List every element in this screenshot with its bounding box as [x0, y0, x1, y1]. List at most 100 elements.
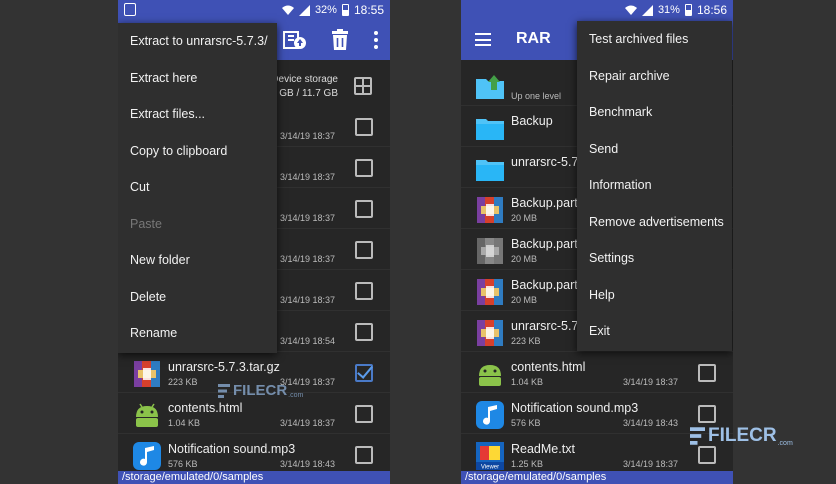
file-size: 20 MB: [511, 254, 538, 264]
menu-extract-to[interactable]: Extract to unrarsrc-5.7.3/: [118, 23, 277, 60]
file-name: unrarsrc-5.7: [511, 319, 579, 333]
menu-benchmark[interactable]: Benchmark: [577, 94, 732, 131]
file-name: unrarsrc-5.7.3.tar.gz: [168, 360, 280, 374]
watermark-text: FILECR: [708, 425, 777, 446]
menu-hamburger-icon[interactable]: [475, 33, 491, 46]
signal-icon: [641, 4, 653, 16]
file-context-menu: Extract to unrarsrc-5.7.3/ Extract here …: [118, 23, 277, 353]
storage-label: Device storage: [271, 74, 338, 85]
watermark-left: FILECR .com: [218, 382, 303, 399]
path-bar: /storage/emulated/0/samples: [118, 471, 390, 484]
file-size: 576 KB: [168, 459, 198, 469]
path-bar: /storage/emulated/0/samples: [461, 471, 733, 484]
file-checkbox[interactable]: [355, 241, 373, 259]
file-row[interactable]: contents.html 1.04 KB 3/14/19 18:37: [118, 394, 390, 434]
gallery-notification-icon: [124, 3, 136, 16]
file-name: unrarsrc-5.7: [511, 155, 579, 169]
file-name: Backup.part: [511, 237, 578, 251]
file-date: 3/14/19 18:37: [280, 295, 336, 305]
rar-archive-icon: [477, 197, 503, 223]
file-date: 3/14/19 18:43: [280, 459, 336, 469]
status-bar: 31% 18:56: [461, 0, 733, 20]
clock: 18:55: [353, 3, 384, 17]
file-size: 1.04 KB: [168, 418, 201, 428]
file-name: Backup.part: [511, 278, 578, 292]
menu-paste: Paste: [130, 216, 162, 231]
file-size: 20 MB: [511, 295, 538, 305]
watermark-suffix: .com: [288, 392, 304, 399]
menu-cut[interactable]: Cut: [118, 169, 277, 206]
menu-remove-advertisements[interactable]: Remove advertisements: [577, 204, 732, 241]
file-size: 1.25 KB: [511, 459, 544, 469]
file-size: 223 KB: [168, 377, 198, 387]
menu-new-folder[interactable]: New folder: [118, 242, 277, 279]
android-icon: [136, 403, 158, 427]
status-bar: 32% 18:55: [118, 0, 390, 20]
file-name: Backup: [511, 114, 553, 128]
file-date: 3/14/19 18:37: [623, 459, 679, 469]
watermark-suffix: .com: [777, 440, 793, 447]
delete-icon[interactable]: [328, 28, 352, 52]
menu-exit[interactable]: Exit: [577, 313, 732, 350]
file-date: 3/14/19 18:37: [280, 131, 336, 141]
file-date: 3/14/19 18:37: [623, 377, 679, 387]
file-checkbox-checked[interactable]: [355, 364, 373, 382]
left-phone-screen: 32% 18:55 Device storage 2 GB / 11.7 GB: [118, 0, 390, 484]
file-checkbox[interactable]: [355, 405, 373, 423]
rar-archive-gray-icon: [477, 238, 503, 264]
overflow-menu: Test archived files Repair archive Bench…: [577, 21, 732, 351]
menu-repair-archive[interactable]: Repair archive: [577, 58, 732, 95]
filecr-logo-icon: [218, 383, 230, 398]
right-phone-screen: 31% 18:56 RAR Up one level Backup unrars…: [461, 0, 733, 484]
file-date: 3/14/19 18:37: [280, 254, 336, 264]
file-size: 1.04 KB: [511, 377, 544, 387]
menu-extract-files[interactable]: Extract files...: [118, 96, 277, 133]
file-checkbox[interactable]: [355, 118, 373, 136]
more-vert-icon[interactable]: [364, 28, 388, 52]
file-date: 3/14/19 18:43: [623, 418, 679, 428]
file-size: 223 KB: [511, 336, 541, 346]
menu-extract-here[interactable]: Extract here: [118, 60, 277, 97]
file-name: Backup.part: [511, 196, 578, 210]
battery-percent: 32%: [314, 4, 337, 16]
music-note-icon: [133, 442, 161, 470]
menu-delete[interactable]: Delete: [118, 279, 277, 316]
file-name: Notification sound.mp3: [168, 442, 296, 456]
wifi-icon: [281, 5, 294, 15]
file-checkbox[interactable]: [355, 323, 373, 341]
file-date: 3/14/19 18:37: [280, 418, 336, 428]
menu-rename[interactable]: Rename: [118, 315, 277, 352]
file-checkbox[interactable]: [355, 159, 373, 177]
menu-settings[interactable]: Settings: [577, 240, 732, 277]
menu-help[interactable]: Help: [577, 277, 732, 314]
archive-add-icon[interactable]: [283, 28, 307, 52]
signal-icon: [298, 4, 310, 16]
file-checkbox[interactable]: [698, 446, 716, 464]
filecr-logo-icon: [690, 427, 705, 445]
file-checkbox[interactable]: [355, 446, 373, 464]
file-checkbox[interactable]: [355, 200, 373, 218]
file-checkbox[interactable]: [698, 405, 716, 423]
rar-archive-icon: [477, 279, 503, 305]
storage-usage: 2 GB / 11.7 GB: [270, 88, 338, 99]
watermark-text: FILECR: [233, 382, 288, 399]
menu-information[interactable]: Information: [577, 167, 732, 204]
rar-archive-icon: [477, 320, 503, 346]
viewer-icon: Viewer: [476, 442, 504, 471]
file-size: 20 MB: [511, 213, 538, 223]
menu-test-archived-files[interactable]: Test archived files: [577, 21, 732, 58]
rar-archive-icon: [134, 361, 160, 387]
file-row[interactable]: Notification sound.mp3 576 KB 3/14/19 18…: [118, 435, 390, 475]
file-size: 576 KB: [511, 418, 541, 428]
file-row[interactable]: contents.html 1.04 KB 3/14/19 18:37: [461, 353, 733, 393]
grid-view-icon[interactable]: [354, 77, 372, 95]
up-one-level-label: Up one level: [511, 91, 562, 101]
file-date: 3/14/19 18:37: [280, 213, 336, 223]
file-checkbox[interactable]: [698, 364, 716, 382]
folder-up-icon: [476, 75, 504, 99]
file-date: 3/14/19 18:37: [280, 172, 336, 182]
menu-send[interactable]: Send: [577, 131, 732, 168]
menu-copy-to-clipboard[interactable]: Copy to clipboard: [118, 133, 277, 170]
battery-percent: 31%: [657, 4, 680, 16]
file-checkbox[interactable]: [355, 282, 373, 300]
